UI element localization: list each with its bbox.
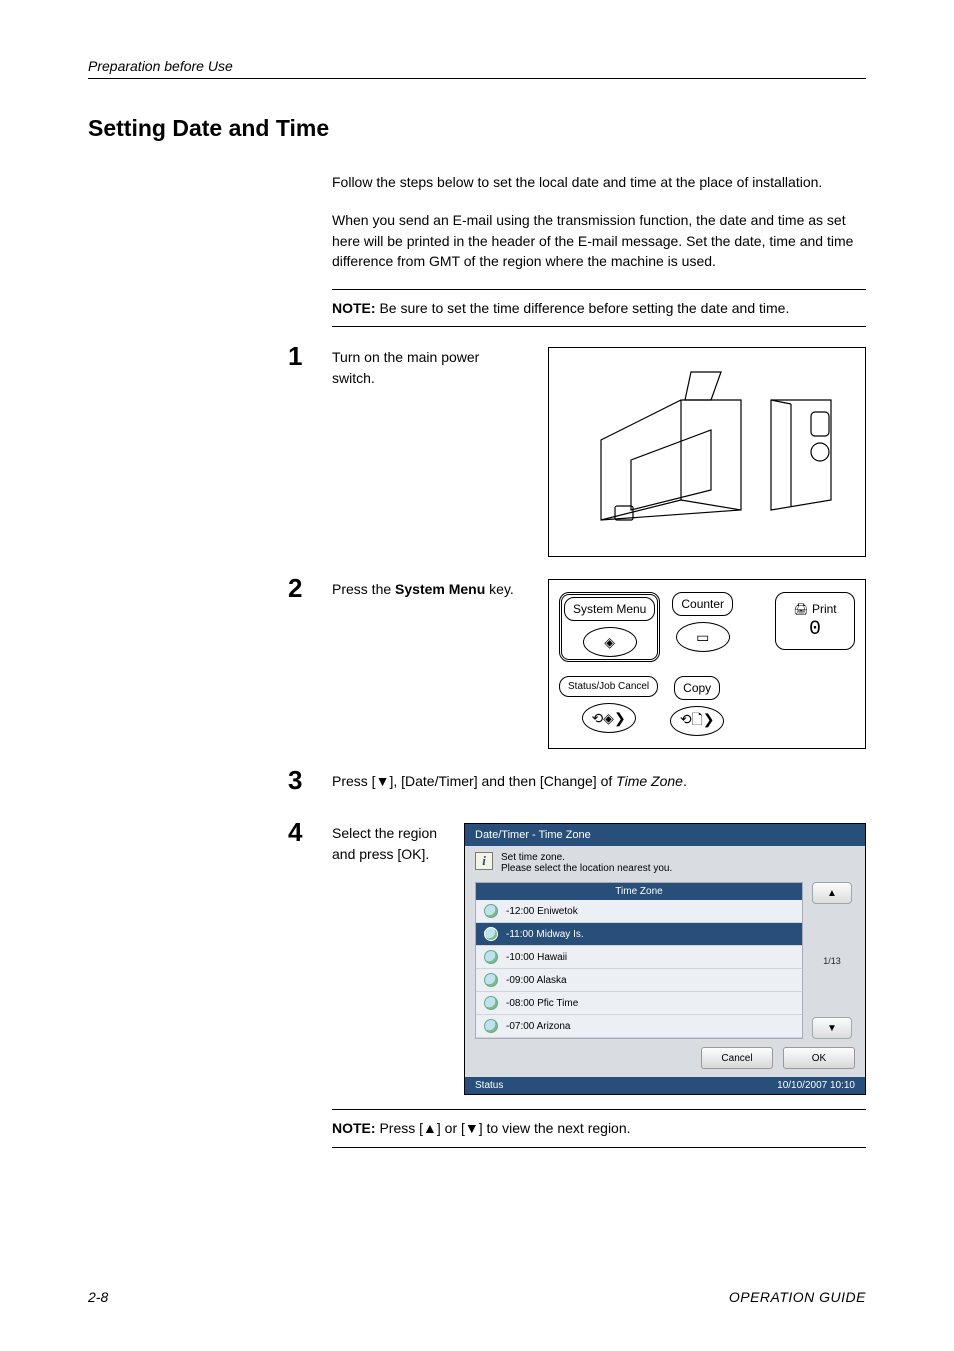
copy-oval-icon: ⟲🗋❯	[670, 706, 724, 736]
ok-button[interactable]: OK	[783, 1047, 855, 1069]
note-text: Be sure to set the time difference befor…	[376, 300, 790, 316]
scroll-down-button[interactable]: ▼	[812, 1017, 852, 1039]
step-4: 4 Select the region and press [OK]. Date…	[332, 823, 866, 1095]
note-label: NOTE:	[332, 300, 376, 316]
system-menu-key: System Menu	[564, 597, 655, 621]
step-number: 2	[288, 573, 302, 604]
globe-icon	[484, 1019, 498, 1033]
timezone-row-selected[interactable]: -11:00 Midway Is.	[476, 923, 802, 946]
step-number: 1	[288, 341, 302, 372]
statusbar-status: Status	[475, 1080, 503, 1091]
counter-key: Counter	[672, 592, 733, 616]
timezone-dialog: Date/Timer - Time Zone i Set time zone. …	[464, 823, 866, 1095]
page-footer: 2-8 OPERATION GUIDE	[88, 1289, 866, 1305]
cancel-button[interactable]: Cancel	[701, 1047, 773, 1069]
page-indicator: 1/13	[823, 956, 841, 966]
intro-paragraph-2: When you send an E-mail using the transm…	[332, 210, 866, 271]
step-3: 3 Press [▼], [Date/Timer] and then [Chan…	[332, 771, 866, 801]
status-job-cancel-key: Status/Job Cancel	[559, 676, 658, 697]
printer-lineart-svg	[561, 360, 855, 546]
step-1: 1 Turn on the main power switch.	[332, 347, 866, 557]
step-number: 4	[288, 817, 302, 848]
timezone-row[interactable]: -07:00 Arizona	[476, 1015, 802, 1038]
page-number: 2-8	[88, 1289, 108, 1305]
timezone-row[interactable]: -10:00 Hawaii	[476, 946, 802, 969]
globe-icon	[484, 996, 498, 1010]
globe-icon	[484, 927, 498, 941]
running-head: Preparation before Use	[88, 58, 866, 79]
status-oval-icon: ⟲◈❯	[582, 703, 636, 733]
scroll-up-button[interactable]: ▲	[812, 882, 852, 904]
step-4-text: Select the region and press [OK].	[332, 823, 450, 864]
info-icon: i	[475, 852, 493, 870]
intro-paragraph-1: Follow the steps below to set the local …	[332, 172, 866, 192]
timezone-row[interactable]: -08:00 Pfic Time	[476, 992, 802, 1015]
printer-illustration	[548, 347, 866, 557]
note-label: NOTE:	[332, 1120, 376, 1136]
timezone-list-header: Time Zone	[476, 883, 802, 900]
control-panel-illustration: System Menu ◈ Counter ▭ 🖨 Print	[548, 579, 866, 749]
copy-key: Copy	[674, 676, 720, 700]
print-counter-zero: 0	[809, 618, 821, 641]
print-indicator: 🖨 Print 0	[775, 592, 855, 650]
dialog-statusbar: Status 10/10/2007 10:10	[465, 1077, 865, 1094]
guide-label: OPERATION GUIDE	[729, 1289, 866, 1305]
timezone-row[interactable]: -09:00 Alaska	[476, 969, 802, 992]
note-box-1: NOTE: Be sure to set the time difference…	[332, 289, 866, 327]
system-menu-highlight: System Menu ◈	[559, 592, 660, 662]
timezone-row[interactable]: -12:00 Eniwetok	[476, 900, 802, 923]
globe-icon	[484, 950, 498, 964]
dialog-titlebar: Date/Timer - Time Zone	[465, 824, 865, 846]
step-1-text: Turn on the main power switch.	[332, 347, 492, 388]
step-2-text: Press the System Menu key.	[332, 579, 528, 599]
globe-icon	[484, 973, 498, 987]
counter-oval-icon: ▭	[676, 622, 730, 652]
dialog-instructions: Set time zone. Please select the locatio…	[501, 852, 672, 874]
step-number: 3	[288, 765, 302, 796]
timezone-list[interactable]: Time Zone -12:00 Eniwetok -11:00 Midway …	[475, 882, 803, 1039]
step-3-text: Press [▼], [Date/Timer] and then [Change…	[332, 771, 866, 791]
system-menu-oval-icon: ◈	[583, 627, 637, 657]
statusbar-datetime: 10/10/2007 10:10	[777, 1080, 855, 1091]
step-2: 2 Press the System Menu key. System Menu…	[332, 579, 866, 749]
note-box-2: NOTE: Press [▲] or [▼] to view the next …	[332, 1109, 866, 1147]
section-title: Setting Date and Time	[88, 115, 866, 142]
globe-icon	[484, 904, 498, 918]
